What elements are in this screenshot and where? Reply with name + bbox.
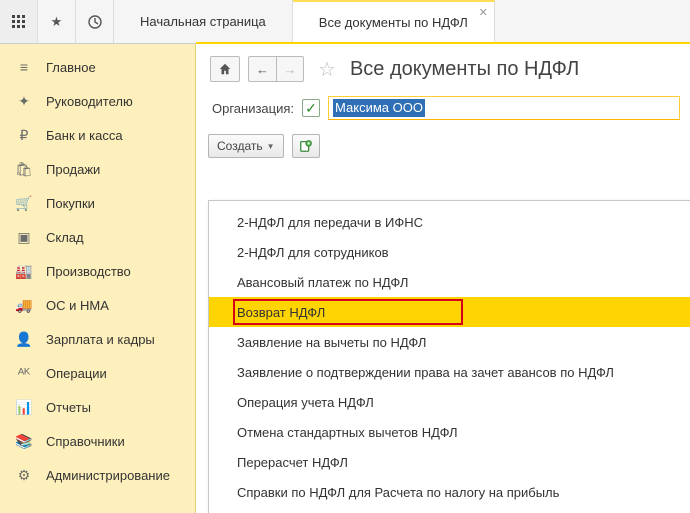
- sidebar-item-label: Зарплата и кадры: [46, 332, 155, 347]
- history-icon[interactable]: [76, 0, 114, 43]
- sidebar-item-references[interactable]: 📚 Справочники: [0, 424, 195, 458]
- sidebar-item-production[interactable]: 🏭 Производство: [0, 254, 195, 288]
- back-button[interactable]: ←: [248, 56, 276, 82]
- favorite-star-icon[interactable]: ★: [38, 0, 76, 43]
- dropdown-item[interactable]: 2-НДФЛ для передачи в ИФНС: [209, 207, 690, 237]
- sidebar-item-manager[interactable]: ✦ Руководителю: [0, 84, 195, 118]
- close-icon[interactable]: ✕: [479, 6, 488, 19]
- organization-row: Организация: ✓ Максима ООО: [206, 96, 680, 120]
- user-icon: 👤: [14, 331, 34, 348]
- ruble-icon: ₽: [14, 127, 34, 144]
- sidebar-item-admin[interactable]: ⚙ Администрирование: [0, 458, 195, 492]
- page-heading: ← → ☆ Все документы по НДФЛ: [206, 56, 680, 82]
- sidebar-item-main[interactable]: ≡ Главное: [0, 50, 195, 84]
- sidebar-item-label: Справочники: [46, 434, 125, 449]
- sidebar-item-label: Руководителю: [46, 94, 133, 109]
- sidebar-item-label: Покупки: [46, 196, 95, 211]
- organization-value: Максима ООО: [333, 99, 425, 117]
- apps-grid-icon[interactable]: [0, 0, 38, 43]
- book-icon: 📚: [14, 433, 34, 450]
- sidebar-item-label: Администрирование: [46, 468, 170, 483]
- tab-start-page[interactable]: Начальная страница: [114, 0, 293, 43]
- sidebar-item-warehouse[interactable]: ▣ Склад: [0, 220, 195, 254]
- nav-back-forward: ← →: [248, 56, 304, 82]
- sidebar-item-sales[interactable]: 🛍 Продажи: [0, 152, 195, 186]
- person-star-icon: ✦: [14, 93, 34, 110]
- dropdown-item-highlighted[interactable]: Возврат НДФЛ: [209, 297, 690, 327]
- create-button[interactable]: Создать ▼: [208, 134, 284, 158]
- sidebar-item-label: Отчеты: [46, 400, 91, 415]
- chevron-down-icon: ▼: [267, 142, 275, 151]
- sidebar-item-assets[interactable]: 🚚 ОС и НМА: [0, 288, 195, 322]
- sidebar-item-label: Банк и касса: [46, 128, 123, 143]
- operations-icon: ᴬᴷ: [14, 365, 34, 381]
- sidebar-item-label: Производство: [46, 264, 131, 279]
- cart-icon: 🛒: [14, 195, 34, 212]
- sidebar-item-reports[interactable]: 📊 Отчеты: [0, 390, 195, 424]
- dropdown-item[interactable]: Справки по НДФЛ для Расчета по налогу на…: [209, 477, 690, 507]
- refresh-button[interactable]: [292, 134, 320, 158]
- sidebar-item-bank[interactable]: ₽ Банк и касса: [0, 118, 195, 152]
- dropdown-item[interactable]: Заявление на вычеты по НДФЛ: [209, 327, 690, 357]
- sidebar-item-label: ОС и НМА: [46, 298, 109, 313]
- main-content: ← → ☆ Все документы по НДФЛ Организация:…: [196, 42, 690, 513]
- sidebar-item-purchases[interactable]: 🛒 Покупки: [0, 186, 195, 220]
- dropdown-item[interactable]: Операция учета НДФЛ: [209, 387, 690, 417]
- dropdown-item[interactable]: Перерасчет НДФЛ: [209, 447, 690, 477]
- organization-label: Организация:: [212, 101, 294, 116]
- dropdown-item[interactable]: Уведомление НО о праве на вычеты: [209, 507, 690, 513]
- tabs: Начальная страница Все документы по НДФЛ…: [114, 0, 690, 43]
- tab-all-ndfl-docs[interactable]: Все документы по НДФЛ ✕: [293, 0, 495, 43]
- create-button-label: Создать: [217, 139, 263, 153]
- topbar: ★ Начальная страница Все документы по НД…: [0, 0, 690, 44]
- sidebar-item-label: Операции: [46, 366, 107, 381]
- sidebar-item-operations[interactable]: ᴬᴷ Операции: [0, 356, 195, 390]
- home-button[interactable]: [210, 56, 240, 82]
- tab-label: Все документы по НДФЛ: [319, 15, 468, 30]
- favorite-toggle-icon[interactable]: ☆: [318, 57, 336, 82]
- factory-icon: 🏭: [14, 263, 34, 280]
- sidebar-item-salary[interactable]: 👤 Зарплата и кадры: [0, 322, 195, 356]
- boxes-icon: ▣: [14, 229, 34, 246]
- truck-icon: 🚚: [14, 297, 34, 314]
- organization-checkbox[interactable]: ✓: [302, 99, 320, 117]
- toolbar: Создать ▼: [206, 134, 680, 158]
- dropdown-item[interactable]: Заявление о подтверждении права на зачет…: [209, 357, 690, 387]
- page-title: Все документы по НДФЛ: [350, 58, 579, 81]
- create-dropdown: 2-НДФЛ для передачи в ИФНС 2-НДФЛ для со…: [208, 200, 690, 513]
- sidebar: ≡ Главное ✦ Руководителю ₽ Банк и касса 🛍 Пр…: [0, 44, 196, 513]
- sidebar-item-label: Главное: [46, 60, 96, 75]
- dropdown-item[interactable]: 2-НДФЛ для сотрудников: [209, 237, 690, 267]
- chart-icon: 📊: [14, 399, 34, 416]
- sidebar-item-label: Продажи: [46, 162, 100, 177]
- menu-icon: ≡: [14, 59, 34, 75]
- gear-icon: ⚙: [14, 467, 34, 484]
- organization-input[interactable]: Максима ООО: [328, 96, 680, 120]
- forward-button: →: [276, 56, 304, 82]
- bag-icon: 🛍: [14, 161, 34, 178]
- sidebar-item-label: Склад: [46, 230, 84, 245]
- tab-label: Начальная страница: [140, 14, 266, 29]
- dropdown-item[interactable]: Авансовый платеж по НДФЛ: [209, 267, 690, 297]
- dropdown-item[interactable]: Отмена стандартных вычетов НДФЛ: [209, 417, 690, 447]
